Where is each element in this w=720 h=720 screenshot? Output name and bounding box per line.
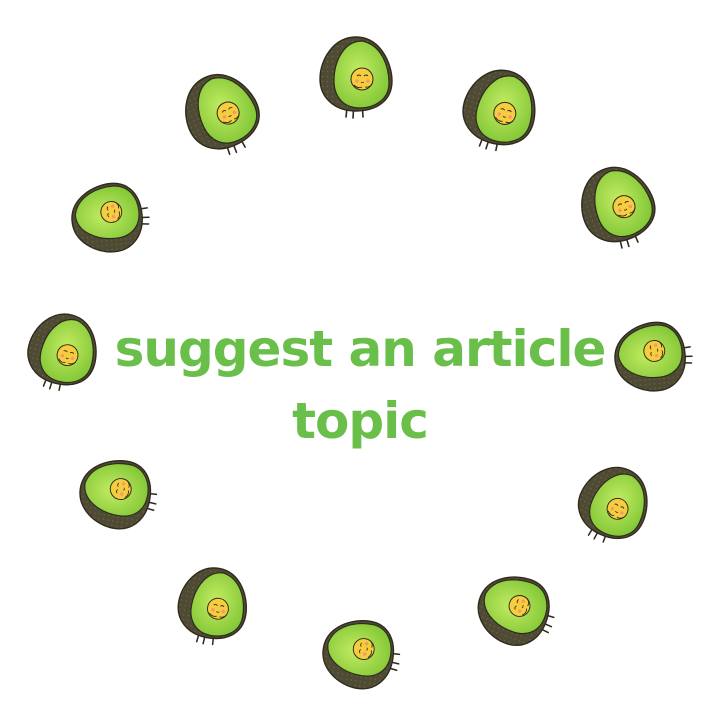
avocado-illustration	[319, 36, 393, 119]
avocado-illustration	[467, 564, 565, 657]
avocado-illustration	[73, 453, 163, 536]
avocado-illustration	[564, 455, 662, 556]
avocado-illustration	[316, 613, 406, 696]
headline-line-1: suggest an article	[114, 320, 607, 378]
headline-line-2: topic	[292, 392, 429, 450]
illustration-canvas: suggest an article topic	[0, 0, 720, 720]
avocado-illustration	[569, 156, 667, 259]
avocado-illustration	[453, 61, 546, 160]
avocado-illustration	[171, 61, 273, 167]
avocado-illustration	[171, 561, 254, 651]
avocado-illustration	[68, 179, 153, 256]
